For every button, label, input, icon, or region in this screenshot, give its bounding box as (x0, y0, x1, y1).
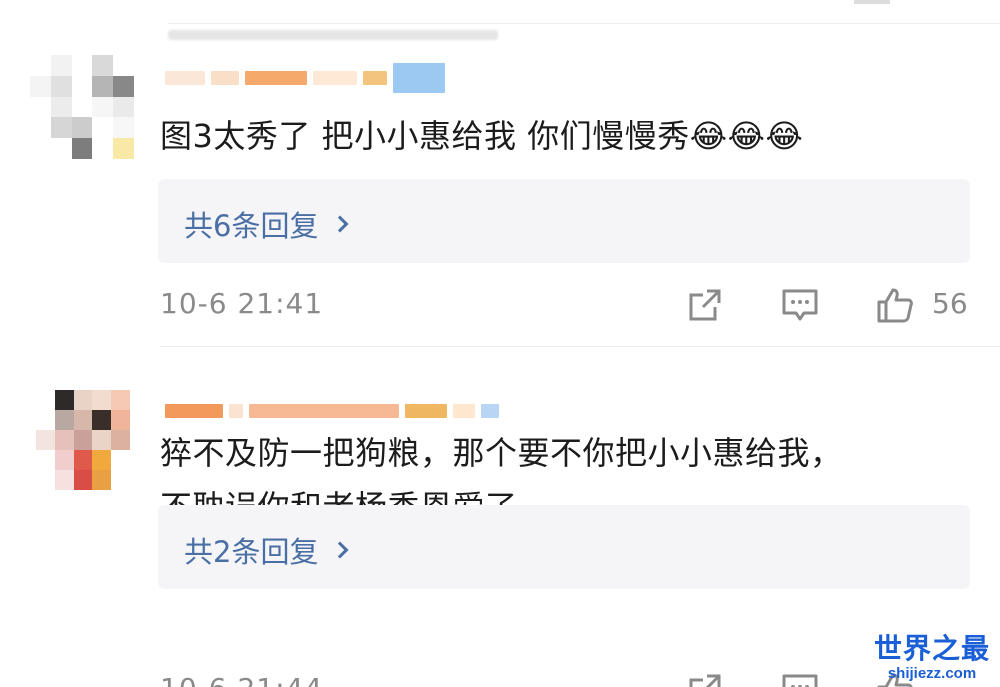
chevron-right-icon (331, 215, 349, 233)
view-replies-link[interactable]: 共2条回复 (184, 529, 349, 571)
site-watermark: 世界之最 shijiezz.com (874, 633, 990, 683)
avatar[interactable] (30, 55, 134, 159)
avatar[interactable] (36, 390, 130, 490)
share-icon[interactable] (685, 285, 725, 325)
watermark-title: 世界之最 (874, 632, 991, 665)
reply-count-label: 共2条回复 (184, 535, 319, 569)
comment-icon[interactable] (780, 285, 820, 325)
comment-icon[interactable] (780, 670, 820, 687)
comment-time: 10-6 21:41 (160, 287, 324, 320)
comment-text: 图3太秀了 把小小惠给我 你们慢慢秀😂😂😂 (160, 117, 804, 155)
reply-summary[interactable]: 共2条回复 (158, 505, 970, 589)
username-blurred[interactable] (165, 396, 499, 426)
blurred-content (854, 0, 890, 4)
like-count: 56 (932, 287, 968, 320)
previous-comment-edge (168, 0, 1000, 40)
username-blurred[interactable] (165, 63, 445, 93)
blurred-content (168, 30, 498, 40)
comment-meta: 10-6 21:41 56 (160, 281, 970, 331)
reply-summary[interactable]: 共6条回复 (158, 179, 970, 263)
comment-divider (160, 346, 1000, 347)
view-replies-link[interactable]: 共6条回复 (184, 203, 349, 245)
watermark-url: shijiezz.com (887, 665, 977, 682)
reply-count-label: 共6条回复 (184, 209, 319, 243)
chevron-right-icon (331, 541, 349, 559)
comment-meta: 10-6 21:44 (160, 666, 970, 687)
share-icon[interactable] (685, 670, 725, 687)
comment-time: 10-6 21:44 (160, 672, 323, 687)
thumbs-up-icon[interactable] (875, 285, 915, 325)
